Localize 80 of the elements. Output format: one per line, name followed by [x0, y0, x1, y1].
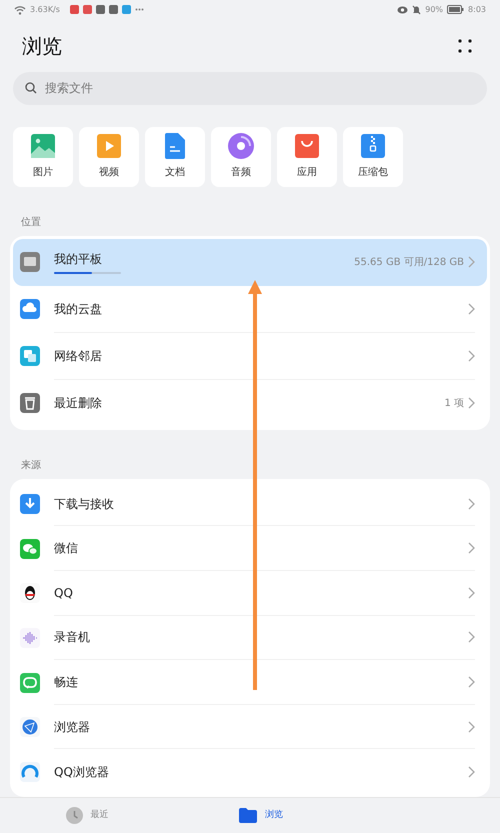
search-field[interactable]: 搜索文件: [13, 72, 487, 105]
clock-time: 8:03: [468, 4, 486, 16]
muted-bell-icon: [412, 4, 422, 15]
chevron-right-icon: [468, 397, 475, 410]
more-icon: [134, 8, 144, 12]
chevron-right-icon: [468, 350, 475, 362]
list-row[interactable]: 微信: [13, 526, 487, 572]
wifi-icon: [14, 4, 26, 15]
chevron-right-icon: [468, 631, 475, 644]
chevron-right-icon: [468, 302, 475, 315]
more-options-icon[interactable]: [458, 38, 472, 53]
category-label: 压缩包: [358, 166, 388, 180]
row-label: 浏览器: [54, 718, 90, 736]
category-tile[interactable]: 音频: [211, 126, 271, 187]
waveform-icon: [20, 628, 40, 648]
section-heading: 位置: [20, 216, 42, 230]
eye-icon: [397, 6, 408, 14]
list-row[interactable]: QQ: [13, 571, 487, 616]
row-detail: 55.65 GB 可用/128 GB: [354, 256, 464, 270]
document-icon: [165, 133, 185, 160]
bag-icon: [295, 134, 319, 158]
zip-icon: [361, 134, 385, 158]
list-row[interactable]: 下载与接收: [13, 482, 487, 526]
bottom-tab[interactable]: 浏览: [166, 798, 332, 833]
list-row[interactable]: 我的平板 55.65 GB 可用/128 GB: [13, 238, 487, 286]
list-row[interactable]: 浏览器: [13, 704, 487, 750]
category-label: 应用: [297, 166, 317, 180]
globe-icon: [20, 717, 40, 738]
row-label: QQ浏览器: [54, 764, 109, 781]
category-label: 图片: [33, 166, 53, 180]
battery-icon: [447, 5, 464, 14]
list-row[interactable]: 网络邻居: [13, 332, 487, 380]
list-row[interactable]: 畅连: [13, 660, 487, 705]
row-label: 下载与接收: [54, 496, 114, 513]
squares-icon: [20, 346, 40, 366]
trash-icon: [20, 393, 40, 414]
list-row[interactable]: 最近删除 1 项: [13, 380, 487, 427]
chevron-right-icon: [468, 498, 475, 510]
row-label: 畅连: [54, 674, 78, 692]
cloud-icon: [20, 299, 40, 320]
image-icon: [31, 134, 55, 158]
row-label: 我的平板: [54, 251, 103, 268]
category-tile[interactable]: 压缩包: [343, 126, 403, 187]
play-icon: [97, 134, 121, 158]
category-label: 音频: [231, 166, 251, 180]
row-label: 微信: [54, 540, 78, 558]
row-label: 网络邻居: [54, 348, 102, 365]
chevron-right-icon: [468, 542, 475, 554]
battery-percent: 90%: [425, 4, 444, 16]
category-tile[interactable]: 应用: [277, 126, 337, 187]
tablet-icon: [20, 252, 40, 272]
list-row[interactable]: 录音机: [13, 616, 487, 660]
disc-icon: [228, 133, 254, 160]
row-label: QQ: [54, 584, 73, 602]
chevron-right-icon: [468, 766, 475, 778]
category-tile[interactable]: 文档: [145, 126, 205, 187]
row-label: 我的云盘: [54, 300, 102, 318]
section-heading: 来源: [20, 458, 42, 473]
message-icon: [20, 672, 40, 693]
chevron-right-icon: [468, 256, 475, 268]
category-label: 视频: [99, 166, 119, 180]
page-title: 浏览: [22, 32, 62, 60]
list-row[interactable]: QQ浏览器: [13, 749, 487, 794]
clock-icon: [66, 807, 82, 824]
row-label: 录音机: [54, 629, 90, 646]
row-label: 最近删除: [54, 395, 102, 412]
row-detail: 1 项: [444, 396, 464, 411]
arc-icon: [20, 762, 40, 782]
search-icon: [25, 82, 37, 94]
folder-icon: [239, 808, 257, 823]
chevron-right-icon: [468, 586, 475, 599]
download-icon: [20, 494, 40, 514]
category-label: 文档: [165, 166, 185, 180]
network-speed: 3.63K/s: [30, 4, 60, 16]
category-tile[interactable]: 视频: [79, 126, 139, 187]
chat-bubbles-icon: [20, 538, 40, 559]
category-tile[interactable]: 图片: [13, 126, 73, 187]
chevron-right-icon: [468, 676, 475, 688]
chevron-right-icon: [468, 720, 475, 733]
list-row[interactable]: 我的云盘: [13, 286, 487, 333]
